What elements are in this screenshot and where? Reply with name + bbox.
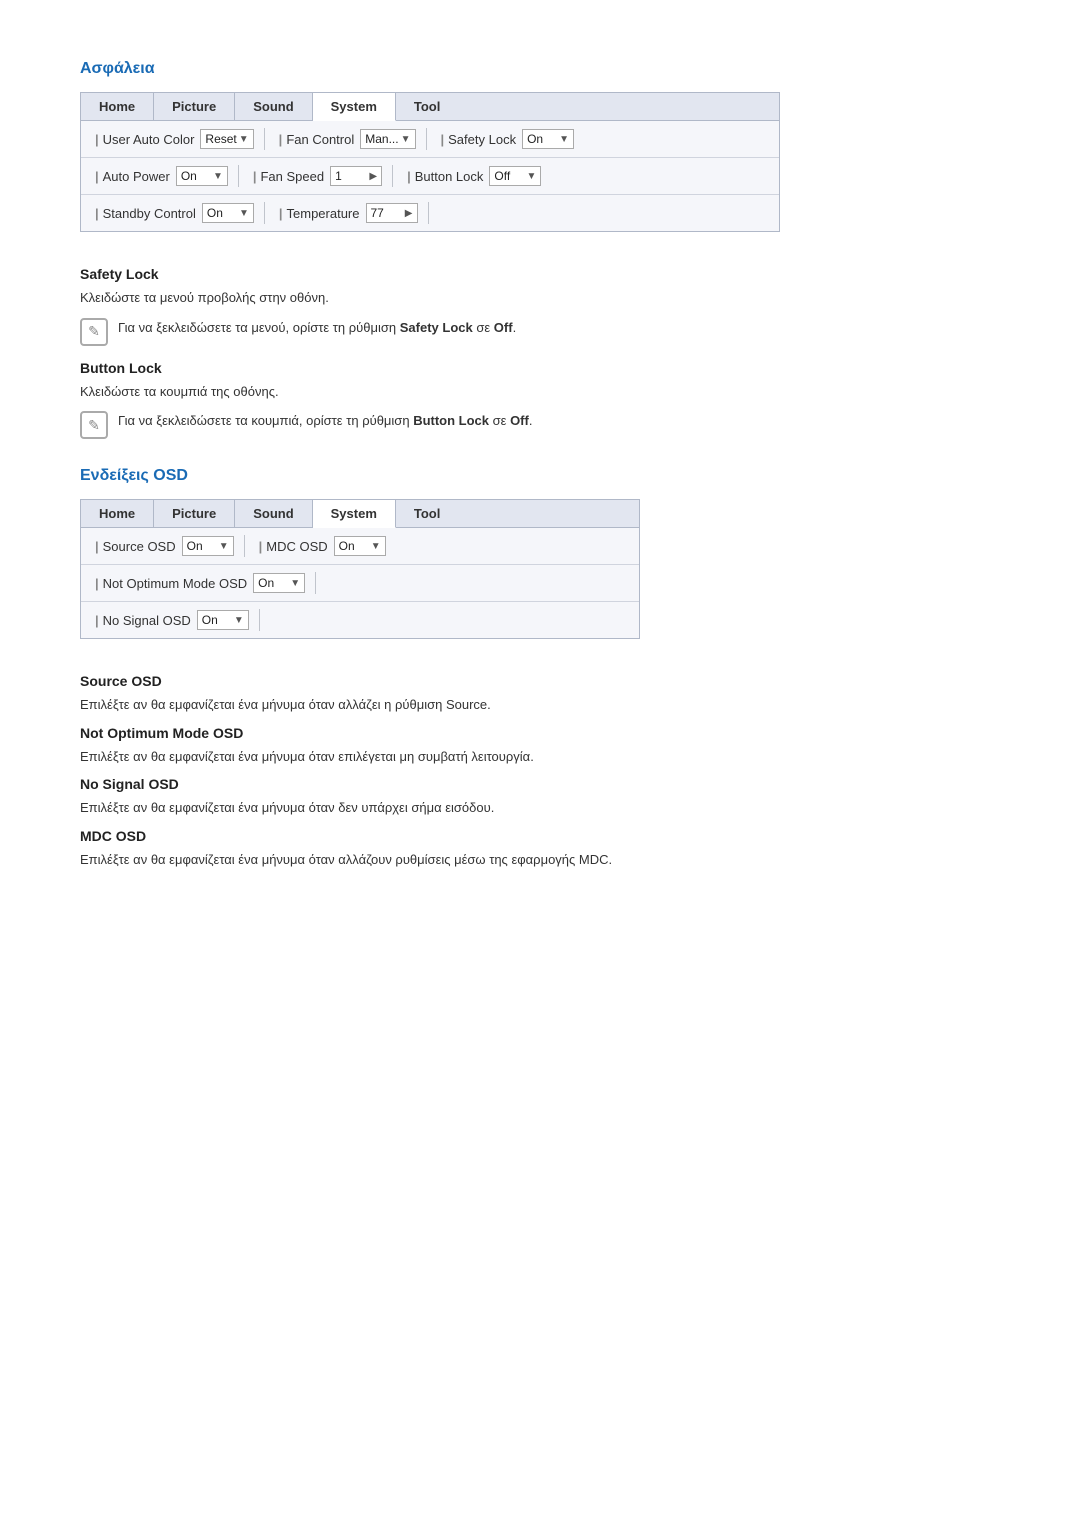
fan-speed-arrow[interactable]: 1 ▶ [330,166,382,186]
no-signal-subtitle: No Signal OSD [80,776,1000,792]
button-lock-select[interactable]: Off ▼ [489,166,541,186]
asfaleia-data-rows: User Auto Color Reset ▼ Fan Control Man.… [81,121,779,231]
source-osd-label: Source OSD [91,539,176,554]
mdc-osd-select[interactable]: On ▼ [334,536,386,556]
auto-power-label: Auto Power [91,169,170,184]
tab-tool[interactable]: Tool [396,93,458,120]
source-osd-subtitle: Source OSD [80,673,1000,689]
dropdown-icon: ▼ [290,578,300,589]
tab-picture[interactable]: Picture [154,93,235,120]
safety-lock-select[interactable]: On ▼ [522,129,574,149]
dropdown-icon: ▼ [526,171,536,182]
page-content: Ασφάλεια Home Picture Sound System Tool … [80,60,1000,869]
fan-control-label: Fan Control [275,132,355,147]
source-osd-select[interactable]: On ▼ [182,536,234,556]
button-lock-description: Κλειδώστε τα κουμπιά της οθόνης. [80,382,1000,402]
button-lock-subtitle: Button Lock [80,360,1000,376]
fan-speed-label: Fan Speed [249,169,324,184]
no-signal-description: Επιλέξτε αν θα εμφανίζεται ένα μήνυμα ότ… [80,798,1000,818]
not-optimum-description: Επιλέξτε αν θα εμφανίζεται ένα μήνυμα ότ… [80,747,1000,767]
table-row: Source OSD On ▼ MDC OSD On ▼ [81,528,639,565]
tab-sound[interactable]: Sound [235,93,312,120]
osd-tab-tool[interactable]: Tool [396,500,458,527]
no-signal-select[interactable]: On ▼ [197,610,249,630]
tab-system[interactable]: System [313,93,396,121]
fan-control-col: Fan Control Man... ▼ [265,126,426,152]
table-row: No Signal OSD On ▼ [81,602,639,638]
standby-control-select[interactable]: On ▼ [202,203,254,223]
arrow-right-icon: ▶ [405,208,413,219]
safety-lock-label: Safety Lock [437,132,517,147]
auto-power-select[interactable]: On ▼ [176,166,228,186]
standby-control-label: Standby Control [91,206,196,221]
fan-speed-col: Fan Speed 1 ▶ [239,163,392,189]
osd-tab-row: Home Picture Sound System Tool [81,500,639,528]
button-lock-col: Button Lock Off ▼ [393,163,551,189]
user-auto-color-col: User Auto Color Reset ▼ [81,126,264,152]
osd-table: Home Picture Sound System Tool Source OS… [80,499,640,639]
not-optimum-select[interactable]: On ▼ [253,573,305,593]
asfaleia-table: Home Picture Sound System Tool User Auto… [80,92,780,232]
asfaleia-section: Ασφάλεια Home Picture Sound System Tool … [80,60,1000,439]
mdc-osd-subtitle: MDC OSD [80,828,1000,844]
standby-control-col: Standby Control On ▼ [81,200,264,226]
temperature-arrow[interactable]: 77 ▶ [366,203,418,223]
temperature-label: Temperature [275,206,360,221]
osd-data-rows: Source OSD On ▼ MDC OSD On ▼ [81,528,639,638]
dropdown-icon: ▼ [371,541,381,552]
note-icon: ✎ [80,411,108,439]
endeixeis-osd-section: Ενδείξεις OSD Home Picture Sound System … [80,467,1000,869]
mdc-osd-label: MDC OSD [255,539,328,554]
osd-tab-system[interactable]: System [313,500,396,528]
button-lock-note-text: Για να ξεκλειδώσετε τα κουμπιά, ορίστε τ… [118,411,532,431]
asfaleia-title: Ασφάλεια [80,60,1000,78]
dropdown-icon: ▼ [239,208,249,219]
table-row: User Auto Color Reset ▼ Fan Control Man.… [81,121,779,158]
arrow-right-icon: ▶ [369,171,377,182]
note-icon: ✎ [80,318,108,346]
dropdown-icon: ▼ [213,171,223,182]
endeixeis-osd-title: Ενδείξεις OSD [80,467,1000,485]
not-optimum-label: Not Optimum Mode OSD [91,576,247,591]
table-row: Standby Control On ▼ Temperature 77 ▶ [81,195,779,231]
dropdown-icon: ▼ [559,134,569,145]
user-auto-color-select[interactable]: Reset ▼ [200,129,253,149]
fan-control-select[interactable]: Man... ▼ [360,129,415,149]
button-lock-label: Button Lock [403,169,483,184]
user-auto-color-label: User Auto Color [91,132,194,147]
osd-tab-sound[interactable]: Sound [235,500,312,527]
empty-col3 [260,617,400,623]
empty-col [429,210,569,216]
safety-lock-col: Safety Lock On ▼ [427,126,585,152]
not-optimum-subtitle: Not Optimum Mode OSD [80,725,1000,741]
table-row: Auto Power On ▼ Fan Speed 1 ▶ [81,158,779,195]
safety-lock-subtitle: Safety Lock [80,266,1000,282]
tab-home[interactable]: Home [81,93,154,120]
asfaleia-tab-row: Home Picture Sound System Tool [81,93,779,121]
osd-tab-picture[interactable]: Picture [154,500,235,527]
no-signal-col: No Signal OSD On ▼ [81,607,259,633]
temperature-col: Temperature 77 ▶ [265,200,428,226]
no-signal-label: No Signal OSD [91,613,191,628]
table-row: Not Optimum Mode OSD On ▼ [81,565,639,602]
dropdown-icon: ▼ [219,541,229,552]
safety-lock-description: Κλειδώστε τα μενού προβολής στην οθόνη. [80,288,1000,308]
safety-lock-note: ✎ Για να ξεκλειδώσετε τα μενού, ορίστε τ… [80,318,1000,346]
dropdown-icon: ▼ [239,134,249,145]
not-optimum-col: Not Optimum Mode OSD On ▼ [81,570,315,596]
source-osd-col: Source OSD On ▼ [81,533,244,559]
empty-col2 [316,580,456,586]
button-lock-note: ✎ Για να ξεκλειδώσετε τα κουμπιά, ορίστε… [80,411,1000,439]
osd-tab-home[interactable]: Home [81,500,154,527]
mdc-osd-description: Επιλέξτε αν θα εμφανίζεται ένα μήνυμα ότ… [80,850,1000,870]
safety-lock-note-text: Για να ξεκλειδώσετε τα μενού, ορίστε τη … [118,318,516,338]
dropdown-icon: ▼ [234,615,244,626]
auto-power-col: Auto Power On ▼ [81,163,238,189]
mdc-osd-col: MDC OSD On ▼ [245,533,396,559]
dropdown-icon: ▼ [401,134,411,145]
source-osd-description: Επιλέξτε αν θα εμφανίζεται ένα μήνυμα ότ… [80,695,1000,715]
